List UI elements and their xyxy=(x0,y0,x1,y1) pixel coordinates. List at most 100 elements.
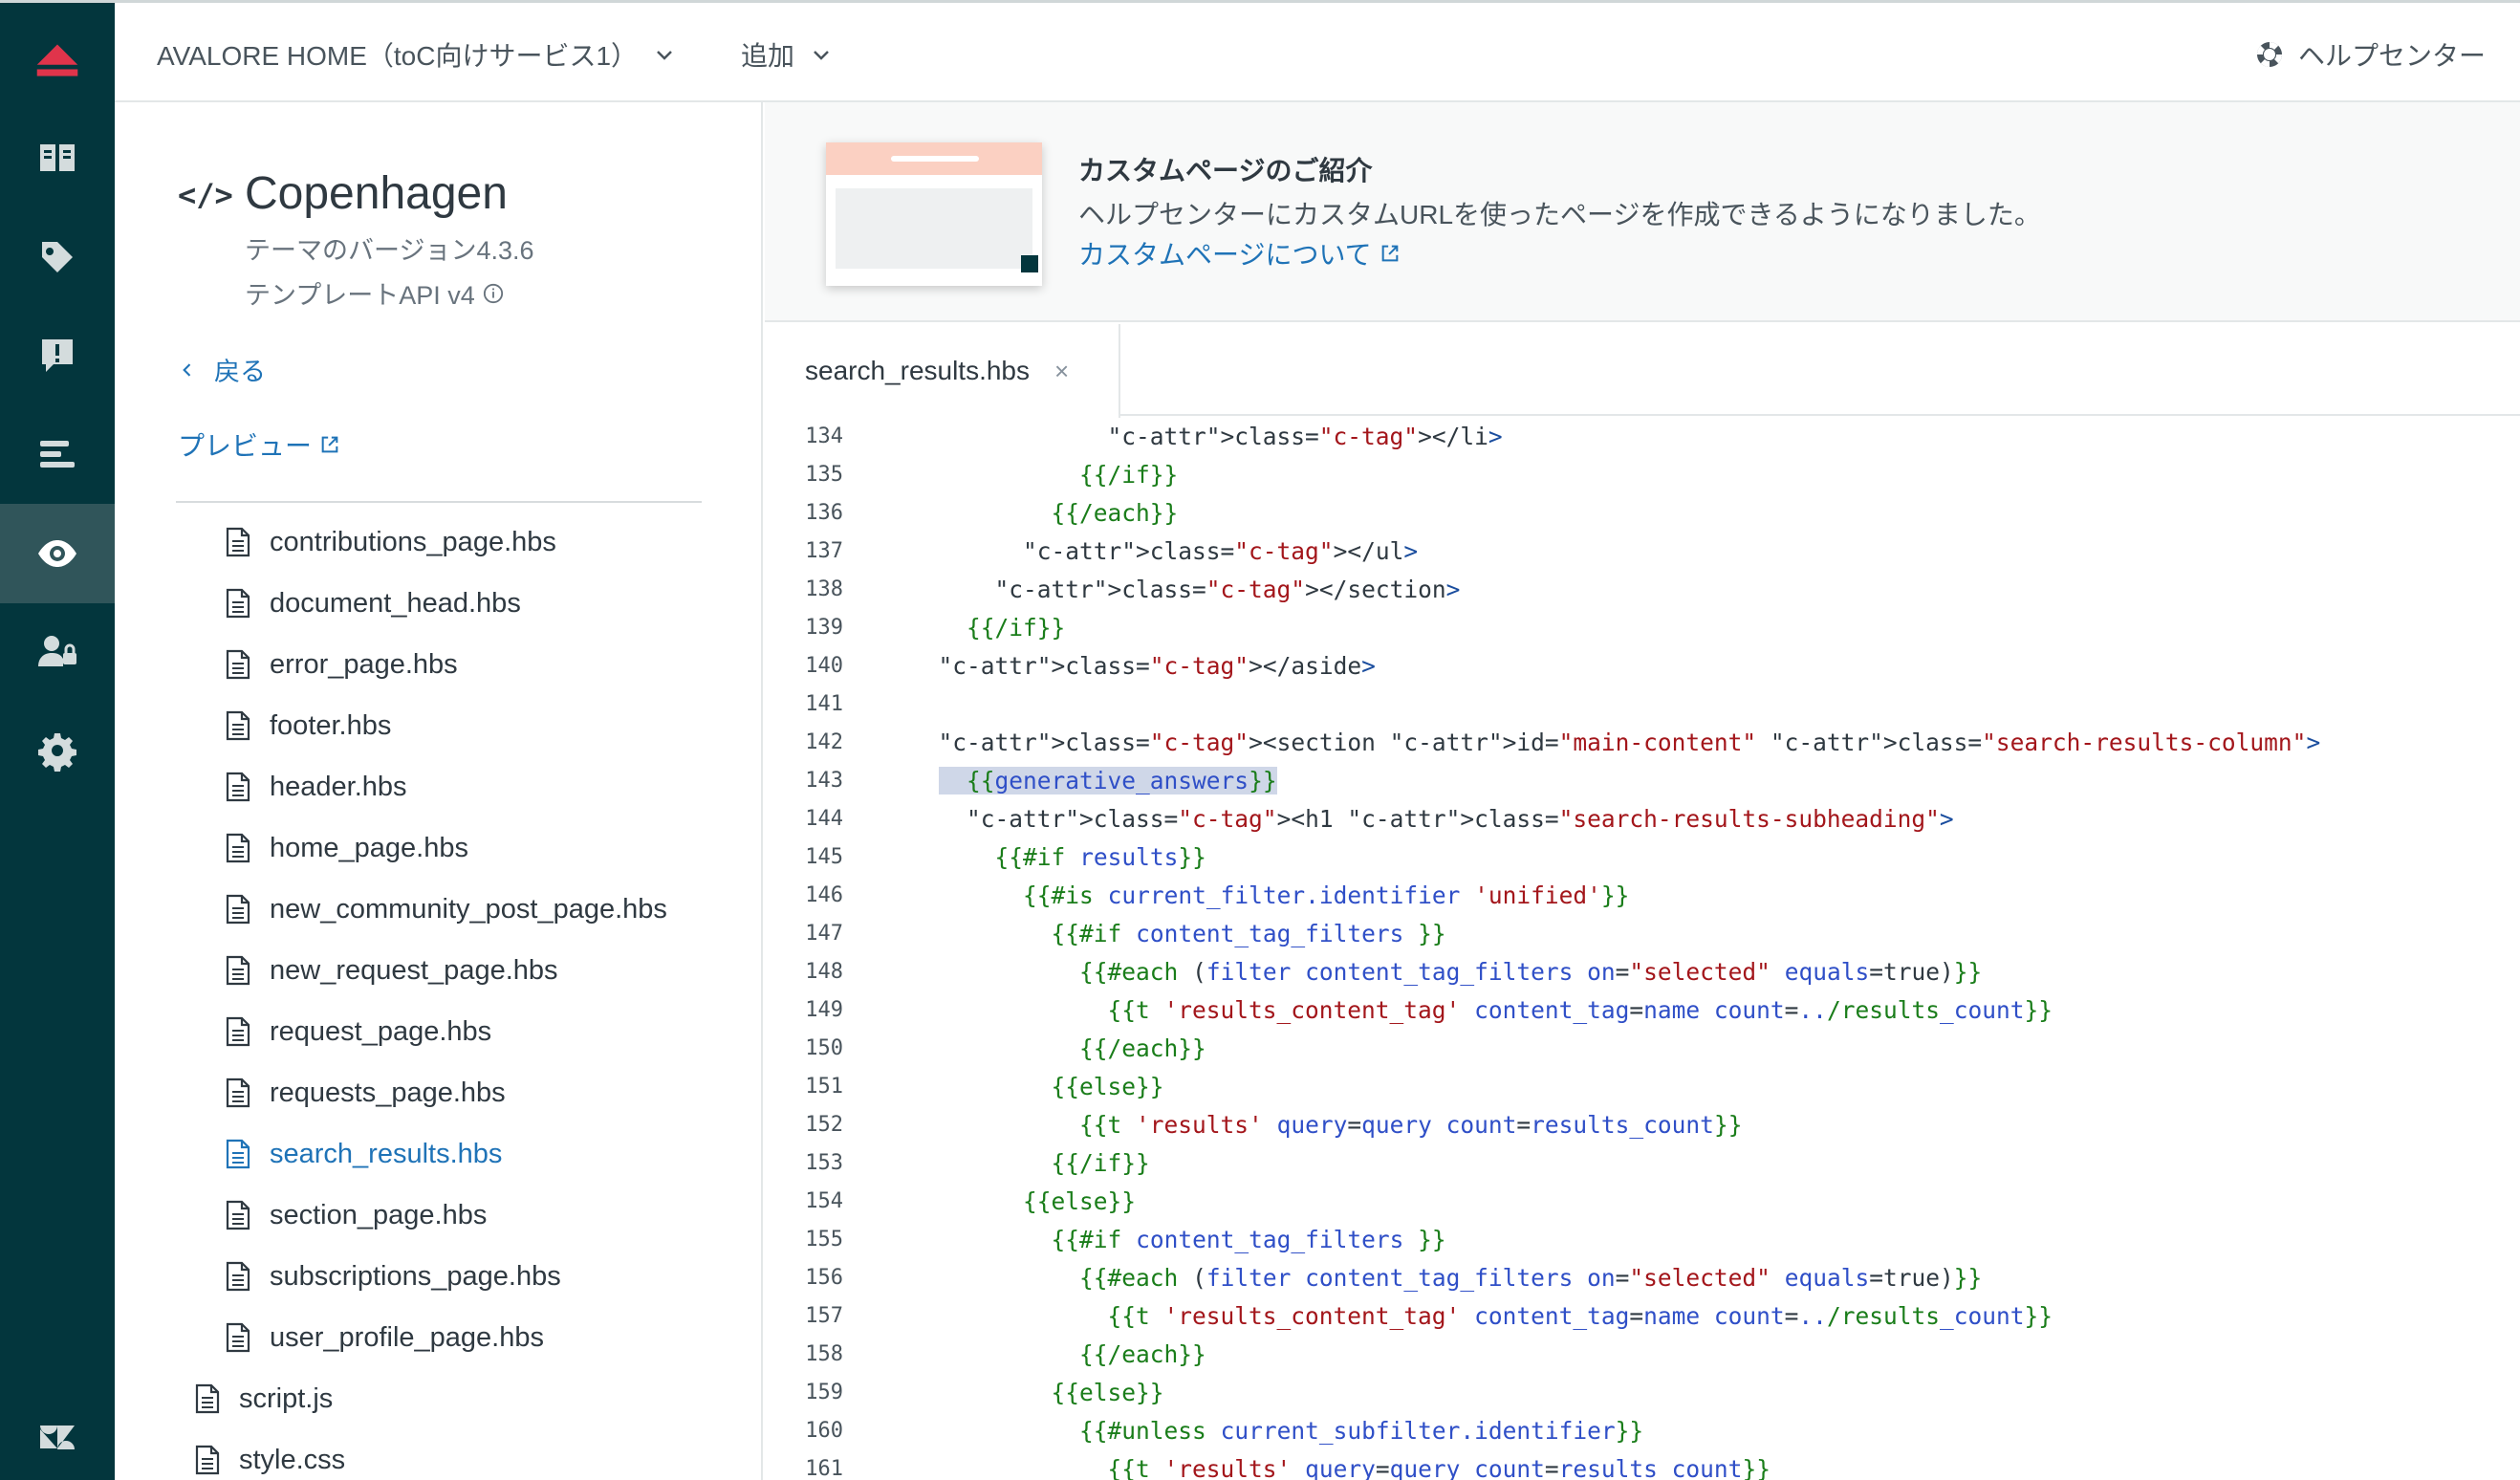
code-text: {{#if results}} xyxy=(994,843,1206,871)
code-text: {{/each}} xyxy=(1079,1340,1206,1368)
code-editor[interactable]: 134 "c-attr">class="c-tag"></li> 135 {{/i… xyxy=(765,418,2520,1480)
file-icon xyxy=(226,1139,250,1169)
file-item[interactable]: section_page.hbs xyxy=(115,1185,761,1246)
file-item[interactable]: user_profile_page.hbs xyxy=(115,1307,761,1368)
code-text: "c-attr">class="c-tag"></aside> xyxy=(938,652,1376,680)
back-link[interactable]: 戻る xyxy=(178,351,266,388)
code-line: 135 {{/if}} xyxy=(765,456,2520,494)
file-list: contributions_page.hbs document_head.hbse… xyxy=(115,511,761,1480)
code-text: {{/each}} xyxy=(1051,499,1179,527)
line-number: 152 xyxy=(805,1113,843,1137)
info-icon[interactable] xyxy=(483,283,504,304)
file-name: search_results.hbs xyxy=(270,1138,503,1169)
code-line: 161 {{t 'results' query=query count=resu… xyxy=(765,1450,2520,1480)
eye-icon[interactable] xyxy=(0,504,115,603)
code-text: {{t 'results_content_tag' content_tag=na… xyxy=(1107,996,2053,1024)
code-text: {{else}} xyxy=(1051,1379,1164,1406)
code-line: 159 {{else}} xyxy=(765,1374,2520,1412)
close-icon[interactable]: × xyxy=(1054,357,1069,386)
line-number: 149 xyxy=(805,998,843,1022)
line-number: 160 xyxy=(805,1419,843,1443)
user-lock-icon[interactable] xyxy=(0,601,115,701)
code-line: 150 {{/each}} xyxy=(765,1030,2520,1068)
code-text: {{#if content_tag_filters }} xyxy=(1051,1226,1446,1253)
file-icon xyxy=(226,894,250,925)
code-line: 139 {{/if}} xyxy=(765,609,2520,647)
file-icon xyxy=(226,1200,250,1230)
line-number: 139 xyxy=(805,616,843,640)
code-line: 146 {{#is current_filter.identifier 'uni… xyxy=(765,877,2520,915)
brand-dropdown[interactable]: AVALORE HOME（toC向けサービス1） xyxy=(157,35,676,74)
file-item[interactable]: header.hbs xyxy=(115,756,761,817)
logo-icon[interactable] xyxy=(0,11,115,110)
file-name: header.hbs xyxy=(270,771,407,802)
line-number: 146 xyxy=(805,883,843,907)
add-dropdown[interactable]: 追加 xyxy=(741,35,833,74)
line-number: 158 xyxy=(805,1342,843,1366)
guide-icon[interactable] xyxy=(0,108,115,207)
theme-file-panel: </> Copenhagen テーマのバージョン4.3.6 テンプレートAPI … xyxy=(115,102,763,1480)
code-line: 136 {{/each}} xyxy=(765,494,2520,533)
file-item[interactable]: requests_page.hbs xyxy=(115,1062,761,1123)
help-center-link[interactable]: ヘルプセンター xyxy=(2254,35,2486,74)
code-text: {{#each (filter content_tag_filters on="… xyxy=(1079,958,1983,986)
lifebuoy-icon xyxy=(2256,41,2282,68)
file-item[interactable]: new_community_post_page.hbs xyxy=(115,879,761,940)
line-number: 155 xyxy=(805,1228,843,1251)
code-line: 160 {{#unless current_subfilter.identifi… xyxy=(765,1412,2520,1450)
file-icon xyxy=(226,649,250,680)
file-item[interactable]: home_page.hbs xyxy=(115,817,761,879)
code-line: 153 {{/if}} xyxy=(765,1144,2520,1183)
file-item[interactable]: new_request_page.hbs xyxy=(115,940,761,1001)
tab-search-results[interactable]: search_results.hbs × xyxy=(765,324,1120,418)
file-name: style.css xyxy=(239,1444,346,1475)
top-bar: AVALORE HOME（toC向けサービス1） 追加 ヘルプセンター xyxy=(115,0,2520,102)
file-item[interactable]: error_page.hbs xyxy=(115,634,761,695)
file-icon xyxy=(226,1322,250,1353)
external-link-icon xyxy=(321,436,338,453)
file-name: error_page.hbs xyxy=(270,648,458,680)
file-item[interactable]: request_page.hbs xyxy=(115,1001,761,1062)
tag-icon[interactable] xyxy=(0,207,115,307)
file-item[interactable]: contributions_page.hbs xyxy=(115,511,761,573)
file-item[interactable]: script.js xyxy=(115,1368,761,1429)
preview-link[interactable]: プレビュー xyxy=(178,425,340,464)
code-text: {{/if}} xyxy=(1051,1149,1150,1177)
line-number: 154 xyxy=(805,1189,843,1213)
banner-link-label: カスタムページについて xyxy=(1078,240,1372,270)
list-icon[interactable] xyxy=(0,404,115,504)
file-icon xyxy=(226,1261,250,1292)
file-item[interactable]: footer.hbs xyxy=(115,695,761,756)
editor-main: カスタムページのご紹介 ヘルプセンターにカスタムURLを使ったページを作成できる… xyxy=(765,102,2520,1480)
code-text: "c-attr">class="c-tag"><h1 "c-attr">clas… xyxy=(967,805,1954,833)
line-number: 137 xyxy=(805,539,843,563)
gear-icon[interactable] xyxy=(0,701,115,800)
line-number: 134 xyxy=(805,424,843,448)
code-line: 147 {{#if content_tag_filters }} xyxy=(765,915,2520,953)
file-item[interactable]: style.css xyxy=(115,1429,761,1480)
code-text: {{t 'results' query=query count=results_… xyxy=(1079,1111,1743,1139)
line-number: 148 xyxy=(805,960,843,984)
file-icon xyxy=(226,527,250,557)
code-line: 137 "c-attr">class="c-tag"></ul> xyxy=(765,533,2520,571)
file-icon xyxy=(226,955,250,986)
file-icon xyxy=(226,588,250,619)
template-api-text: テンプレートAPI v4 xyxy=(245,281,475,310)
file-item[interactable]: search_results.hbs xyxy=(115,1123,761,1185)
line-number: 153 xyxy=(805,1151,843,1175)
line-number: 151 xyxy=(805,1075,843,1099)
file-name: contributions_page.hbs xyxy=(270,526,556,557)
file-name: user_profile_page.hbs xyxy=(270,1321,544,1353)
code-line: 154 {{else}} xyxy=(765,1183,2520,1221)
feedback-icon[interactable] xyxy=(0,305,115,404)
code-text: "c-attr">class="c-tag"></ul> xyxy=(1023,537,1419,565)
banner-link[interactable]: カスタムページについて xyxy=(1078,234,1401,272)
file-item[interactable]: subscriptions_page.hbs xyxy=(115,1246,761,1307)
code-line: 149 {{t 'results_content_tag' content_ta… xyxy=(765,991,2520,1030)
line-number: 136 xyxy=(805,501,843,525)
help-center-label: ヘルプセンター xyxy=(2297,41,2486,71)
line-number: 150 xyxy=(805,1036,843,1060)
code-line: 134 "c-attr">class="c-tag"></li> xyxy=(765,418,2520,456)
zendesk-logo-icon[interactable] xyxy=(0,1383,115,1480)
file-item[interactable]: document_head.hbs xyxy=(115,573,761,634)
